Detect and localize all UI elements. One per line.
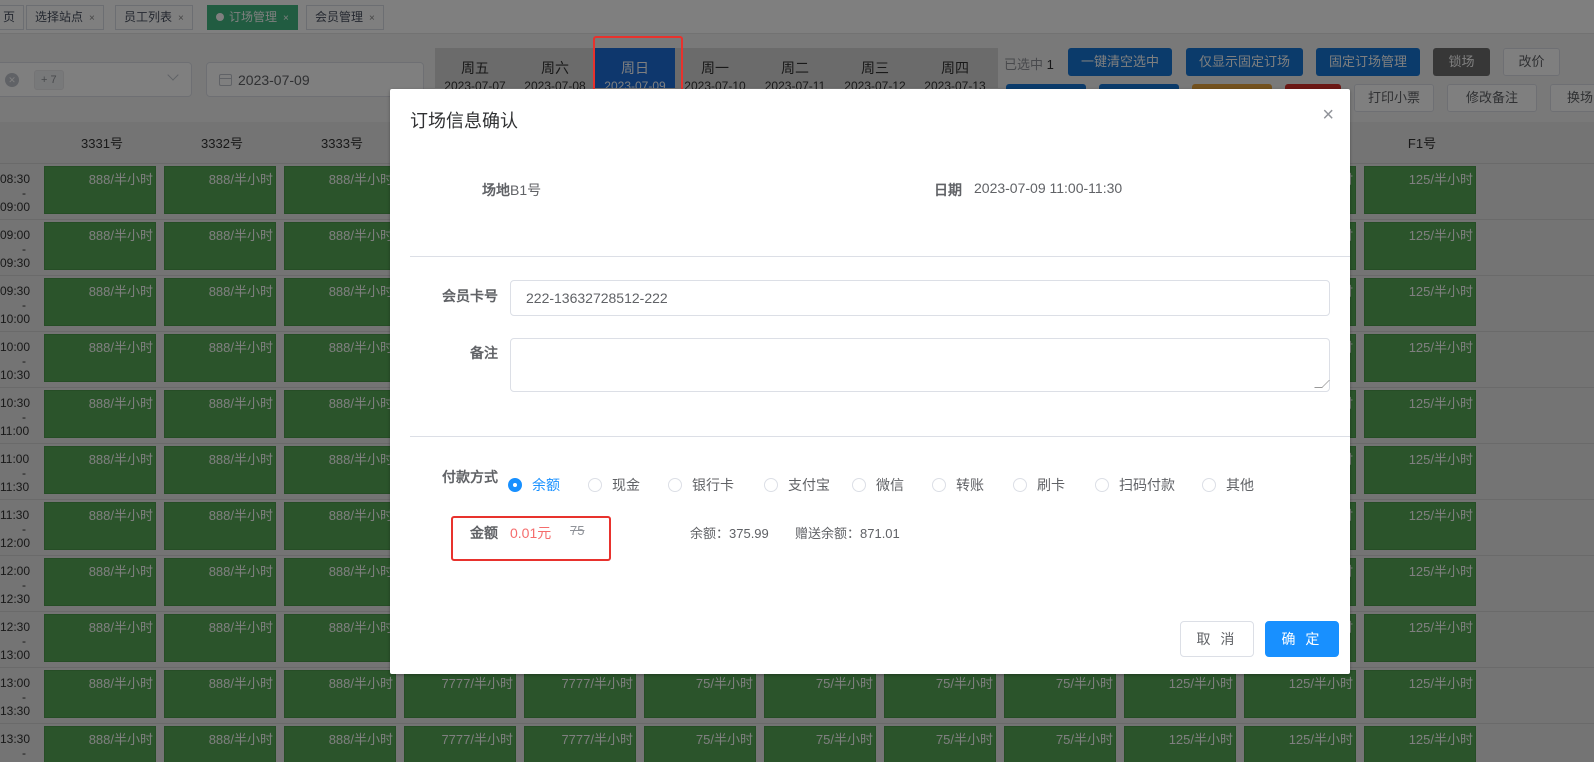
divider [410,436,1350,437]
amount-original: 75 [570,523,585,538]
balance-text: 余额：375.99 [690,526,769,541]
radio-circle-icon [668,478,682,492]
gift-balance-text: 赠送余额：871.01 [795,526,900,541]
radio-circle-icon [852,478,866,492]
venue-label: 场地 [482,182,510,198]
radio-circle-icon [588,478,602,492]
booking-confirm-dialog: 订场信息确认 × 场地 B1号 日期 2023-07-09 11:00-11:3… [390,89,1350,674]
payment-radio[interactable]: 微信 [852,475,904,495]
dialog-title: 订场信息确认 [410,111,518,131]
cancel-button[interactable]: 取 消 [1180,621,1254,657]
member-card-input[interactable]: 222-13632728512-222 [510,280,1330,316]
payment-radio[interactable]: 余额 [508,475,560,495]
payment-radio[interactable]: 转账 [932,475,984,495]
amount-label: 金额 [470,525,498,541]
radio-circle-icon [932,478,946,492]
payment-radio[interactable]: 支付宝 [764,475,830,495]
radio-circle-icon [1202,478,1216,492]
payment-radio[interactable]: 其他 [1202,475,1254,495]
card-label: 会员卡号 [442,288,498,304]
payment-radio[interactable]: 现金 [588,475,640,495]
confirm-button[interactable]: 确 定 [1265,621,1339,657]
radio-circle-icon [508,478,522,492]
amount-value: 0.01元 [510,525,552,541]
close-icon[interactable]: × [1322,105,1334,125]
payment-label: 付款方式 [442,469,498,485]
divider [410,256,1350,257]
date-value: 2023-07-09 11:00-11:30 [974,180,1123,196]
resize-handle-icon[interactable] [1314,380,1330,388]
venue-value: B1号 [510,182,542,198]
radio-circle-icon [764,478,778,492]
payment-radio[interactable]: 刷卡 [1013,475,1065,495]
note-label: 备注 [470,345,498,361]
payment-radio[interactable]: 银行卡 [668,475,734,495]
radio-circle-icon [1095,478,1109,492]
note-textarea[interactable] [510,338,1330,392]
radio-circle-icon [1013,478,1027,492]
date-label: 日期 [934,182,962,198]
payment-radio[interactable]: 扫码付款 [1095,475,1175,495]
